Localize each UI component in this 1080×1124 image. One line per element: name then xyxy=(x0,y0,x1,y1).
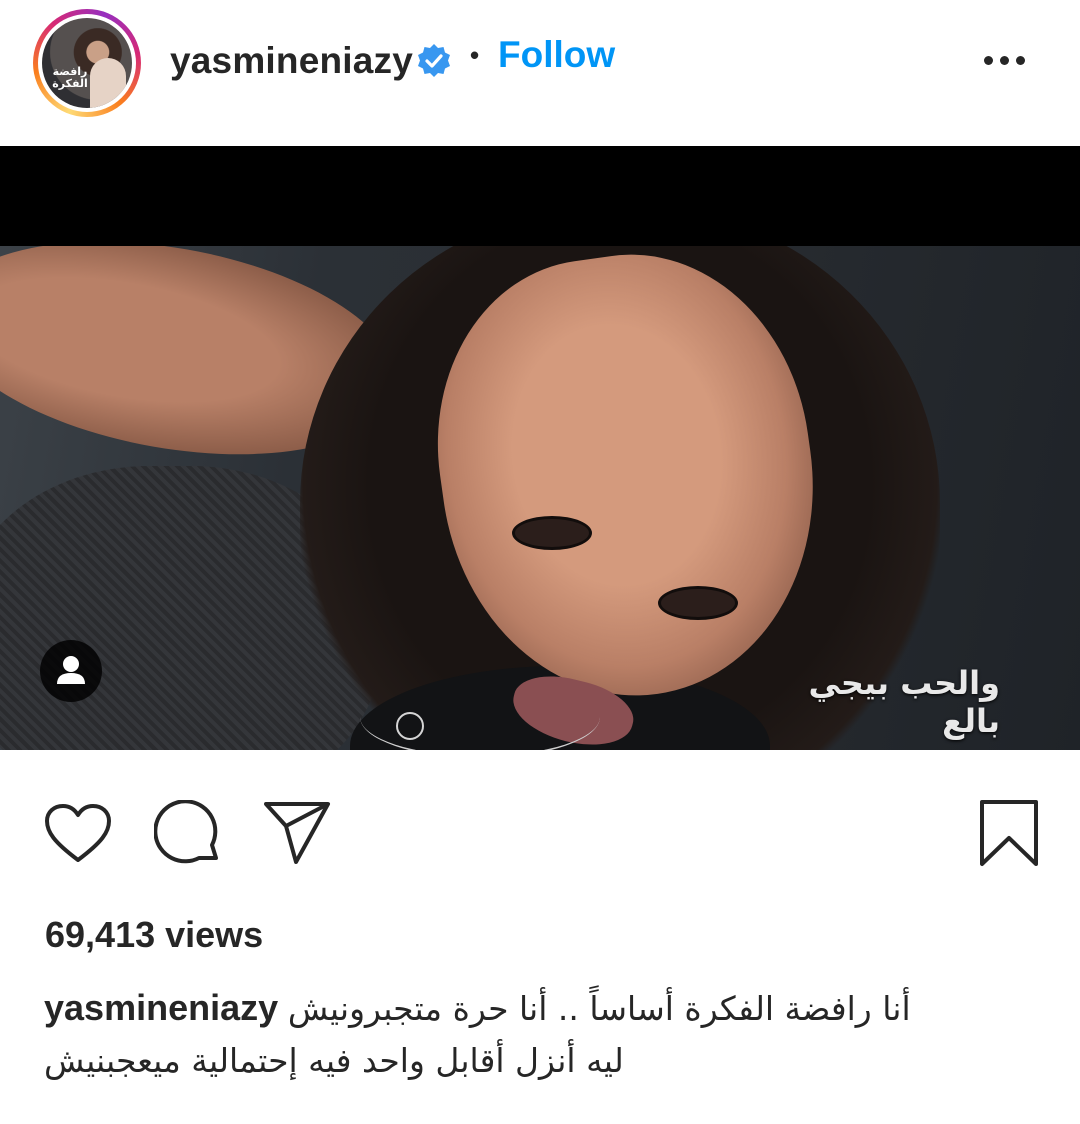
pendant-shape xyxy=(396,712,424,740)
avatar-text: رافضة الفكرة xyxy=(52,65,88,90)
caption-text-line2: ليه أنزل أقابل واحد فيه إحتمالية ميعجبني… xyxy=(44,1041,624,1080)
username[interactable]: yasmineniazy xyxy=(170,40,413,82)
action-bar xyxy=(0,790,1080,870)
avatar-figure xyxy=(90,58,126,108)
more-options-icon[interactable] xyxy=(984,52,1026,72)
post-caption: yasmineniazy أنا رافضة الفكرة أساساً .. … xyxy=(44,982,924,1087)
story-ring[interactable]: رافضة الفكرة xyxy=(33,9,141,117)
comment-icon xyxy=(154,800,218,864)
video-subtitle: والحب بيجي بالع xyxy=(808,664,1000,740)
avatar[interactable]: رافضة الفكرة xyxy=(42,18,132,108)
eye-shape xyxy=(512,516,592,550)
post-header: رافضة الفكرة yasmineniazy • Follow xyxy=(0,0,1080,140)
caption-text-line1: أنا رافضة الفكرة أساساً .. أنا حرة متجبر… xyxy=(287,989,911,1028)
bookmark-icon xyxy=(980,800,1038,866)
separator-dot: • xyxy=(470,40,480,70)
person-icon xyxy=(57,656,85,684)
views-count[interactable]: 69,413 views xyxy=(45,914,263,956)
eye-shape xyxy=(658,586,738,620)
post-media[interactable]: والحب بيجي بالع xyxy=(0,146,1080,750)
like-button[interactable] xyxy=(44,804,112,864)
send-icon xyxy=(264,802,330,864)
caption-username[interactable]: yasmineniazy xyxy=(44,987,278,1028)
follow-button[interactable]: Follow xyxy=(498,34,615,76)
heart-icon xyxy=(45,804,111,862)
share-button[interactable] xyxy=(262,800,332,866)
avatar-border: رافضة الفكرة xyxy=(38,14,136,112)
tagged-users-button[interactable] xyxy=(40,640,102,702)
video-frame: والحب بيجي بالع xyxy=(0,246,1080,750)
necklace-shape xyxy=(360,676,600,750)
comment-button[interactable] xyxy=(154,800,224,870)
verified-badge-icon xyxy=(416,43,452,79)
save-button[interactable] xyxy=(978,798,1040,868)
